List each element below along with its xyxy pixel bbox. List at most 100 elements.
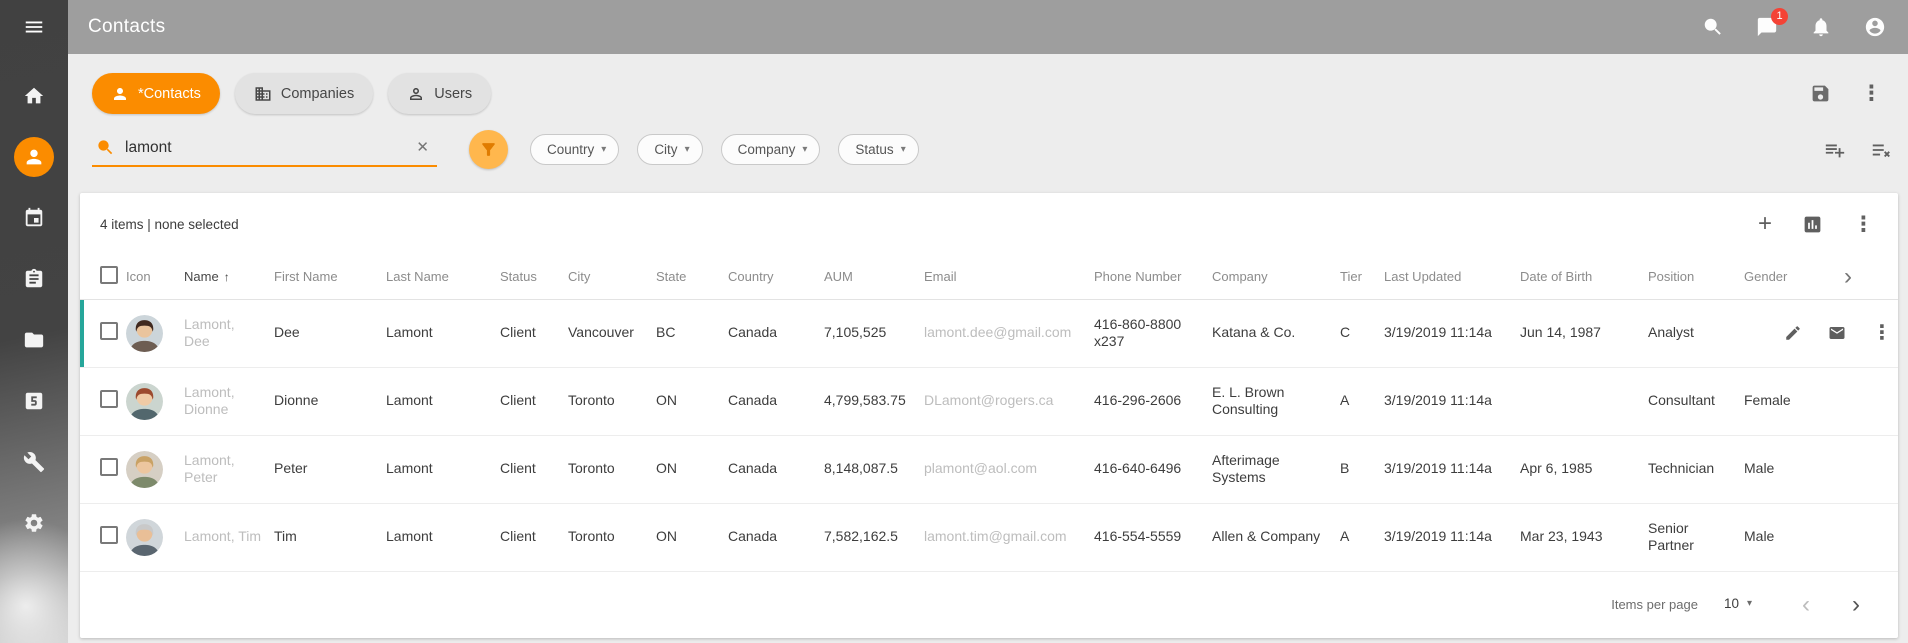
column-name[interactable]: Name↑ [184, 255, 274, 299]
column-last-updated[interactable]: Last Updated [1384, 255, 1520, 299]
cell-first-name: Dee [274, 299, 386, 367]
filter-5-icon[interactable] [14, 381, 54, 421]
row-checkbox[interactable] [100, 322, 118, 340]
cell-last-name: Lamont [386, 503, 500, 571]
company-filter-dropdown[interactable]: Company▾ [721, 134, 821, 165]
notifications-bell-icon[interactable] [1808, 14, 1834, 40]
cell-aum: 7,105,525 [824, 299, 924, 367]
wrench-icon[interactable] [14, 442, 54, 482]
avatar [126, 383, 163, 420]
table-header-row: Icon Name↑ First Name Last Name Status C… [80, 255, 1898, 299]
topbar: Contacts 1 [68, 0, 1908, 54]
items-per-page-label: Items per page [1611, 597, 1698, 612]
column-company[interactable]: Company [1212, 255, 1340, 299]
clear-search-icon[interactable]: ✕ [414, 138, 431, 157]
cell-phone: 416-296-2606 [1094, 367, 1212, 435]
email-envelope-icon[interactable] [1828, 324, 1846, 342]
column-position[interactable]: Position [1648, 255, 1744, 299]
column-state[interactable]: State [656, 255, 728, 299]
edit-pencil-icon[interactable] [1784, 324, 1802, 342]
cell-aum: 4,799,583.75 [824, 367, 924, 435]
cell-last-name: Lamont [386, 299, 500, 367]
cell-email: DLamont@rogers.ca [924, 367, 1094, 435]
status-filter-dropdown[interactable]: Status▾ [838, 134, 918, 165]
hamburger-menu-icon[interactable] [0, 0, 68, 54]
cell-status: Client [500, 299, 568, 367]
table-row[interactable]: Lamont, Dee Dee Lamont Client Vancouver … [80, 299, 1898, 367]
cell-country: Canada [728, 299, 824, 367]
settings-gear-icon[interactable] [14, 503, 54, 543]
cell-last-updated: 3/19/2019 11:14a [1384, 367, 1520, 435]
save-icon[interactable] [1810, 83, 1831, 104]
row-checkbox[interactable] [100, 458, 118, 476]
selection-summary: 4 items | none selected [100, 217, 239, 232]
tab-users[interactable]: Users [388, 73, 491, 114]
chart-view-icon[interactable] [1802, 214, 1823, 235]
avatar [126, 451, 163, 488]
column-first-name[interactable]: First Name [274, 255, 386, 299]
column-icon[interactable]: Icon [126, 255, 184, 299]
table-row[interactable]: Lamont, Peter Peter Lamont Client Toront… [80, 435, 1898, 503]
column-last-name[interactable]: Last Name [386, 255, 500, 299]
avatar [126, 315, 163, 352]
cell-date-of-birth [1520, 367, 1648, 435]
table-row[interactable]: Lamont, Tim Tim Lamont Client Toronto ON… [80, 503, 1898, 571]
cell-position: Senior Partner [1648, 503, 1744, 571]
tab-companies[interactable]: Companies [235, 73, 373, 114]
messages-icon[interactable]: 1 [1754, 14, 1780, 40]
items-per-page-select[interactable]: 10 ▾ [1724, 596, 1752, 613]
pagination: Items per page 10 ▾ ‹ › [80, 571, 1898, 638]
cell-gender: Male [1744, 503, 1844, 571]
account-icon[interactable] [1862, 14, 1888, 40]
entity-tabs: *Contacts Companies Users ⋮ [92, 73, 1888, 114]
column-tier[interactable]: Tier [1340, 255, 1384, 299]
contacts-table: Icon Name↑ First Name Last Name Status C… [80, 255, 1898, 572]
column-aum[interactable]: AUM [824, 255, 924, 299]
tasks-icon[interactable] [14, 259, 54, 299]
filter-row: ✕ Country▾ City▾ Company▾ Status▾ [92, 130, 1892, 169]
table-row[interactable]: Lamont, Dionne Dionne Lamont Client Toro… [80, 367, 1898, 435]
cell-name: Lamont, Peter [184, 435, 274, 503]
cell-phone: 416-554-5559 [1094, 503, 1212, 571]
card-kebab-icon[interactable]: ⋮ [1853, 214, 1874, 235]
clear-filters-icon[interactable] [1870, 139, 1892, 161]
column-email[interactable]: Email [924, 255, 1094, 299]
caret-down-icon: ▾ [1747, 598, 1752, 609]
search-icon[interactable] [1700, 14, 1726, 40]
column-date-of-birth[interactable]: Date of Birth [1520, 255, 1648, 299]
city-filter-dropdown[interactable]: City▾ [637, 134, 702, 165]
cell-tier: B [1340, 435, 1384, 503]
cell-country: Canada [728, 503, 824, 571]
column-phone[interactable]: Phone Number [1094, 255, 1212, 299]
row-kebab-icon[interactable]: ⋮ [1872, 323, 1892, 343]
toolbar-kebab-icon[interactable]: ⋮ [1861, 83, 1882, 104]
column-city[interactable]: City [568, 255, 656, 299]
row-checkbox[interactable] [100, 526, 118, 544]
folder-icon[interactable] [14, 320, 54, 360]
column-gender[interactable]: Gender [1744, 255, 1844, 299]
filter-funnel-button[interactable] [469, 130, 508, 169]
calendar-icon[interactable] [14, 198, 54, 238]
building-icon [254, 85, 272, 103]
cell-last-name: Lamont [386, 367, 500, 435]
select-all-checkbox[interactable] [100, 266, 118, 284]
home-icon[interactable] [14, 76, 54, 116]
country-filter-dropdown[interactable]: Country▾ [530, 134, 619, 165]
next-page-button[interactable]: › [1846, 593, 1866, 617]
search-input[interactable] [125, 139, 404, 157]
cell-state: ON [656, 503, 728, 571]
tab-contacts[interactable]: *Contacts [92, 73, 220, 114]
cell-last-name: Lamont [386, 435, 500, 503]
results-card: 4 items | none selected + ⋮ Icon [80, 193, 1898, 638]
column-country[interactable]: Country [728, 255, 824, 299]
add-filter-icon[interactable] [1824, 139, 1846, 161]
contacts-nav-icon[interactable] [14, 137, 54, 177]
cell-email: lamont.tim@gmail.com [924, 503, 1094, 571]
add-contact-icon[interactable]: + [1758, 212, 1772, 236]
row-checkbox[interactable] [100, 390, 118, 408]
more-columns-chevron-icon[interactable]: › [1844, 263, 1852, 290]
previous-page-button[interactable]: ‹ [1796, 593, 1816, 617]
search-input-icon [96, 138, 115, 157]
cell-first-name: Dionne [274, 367, 386, 435]
column-status[interactable]: Status [500, 255, 568, 299]
